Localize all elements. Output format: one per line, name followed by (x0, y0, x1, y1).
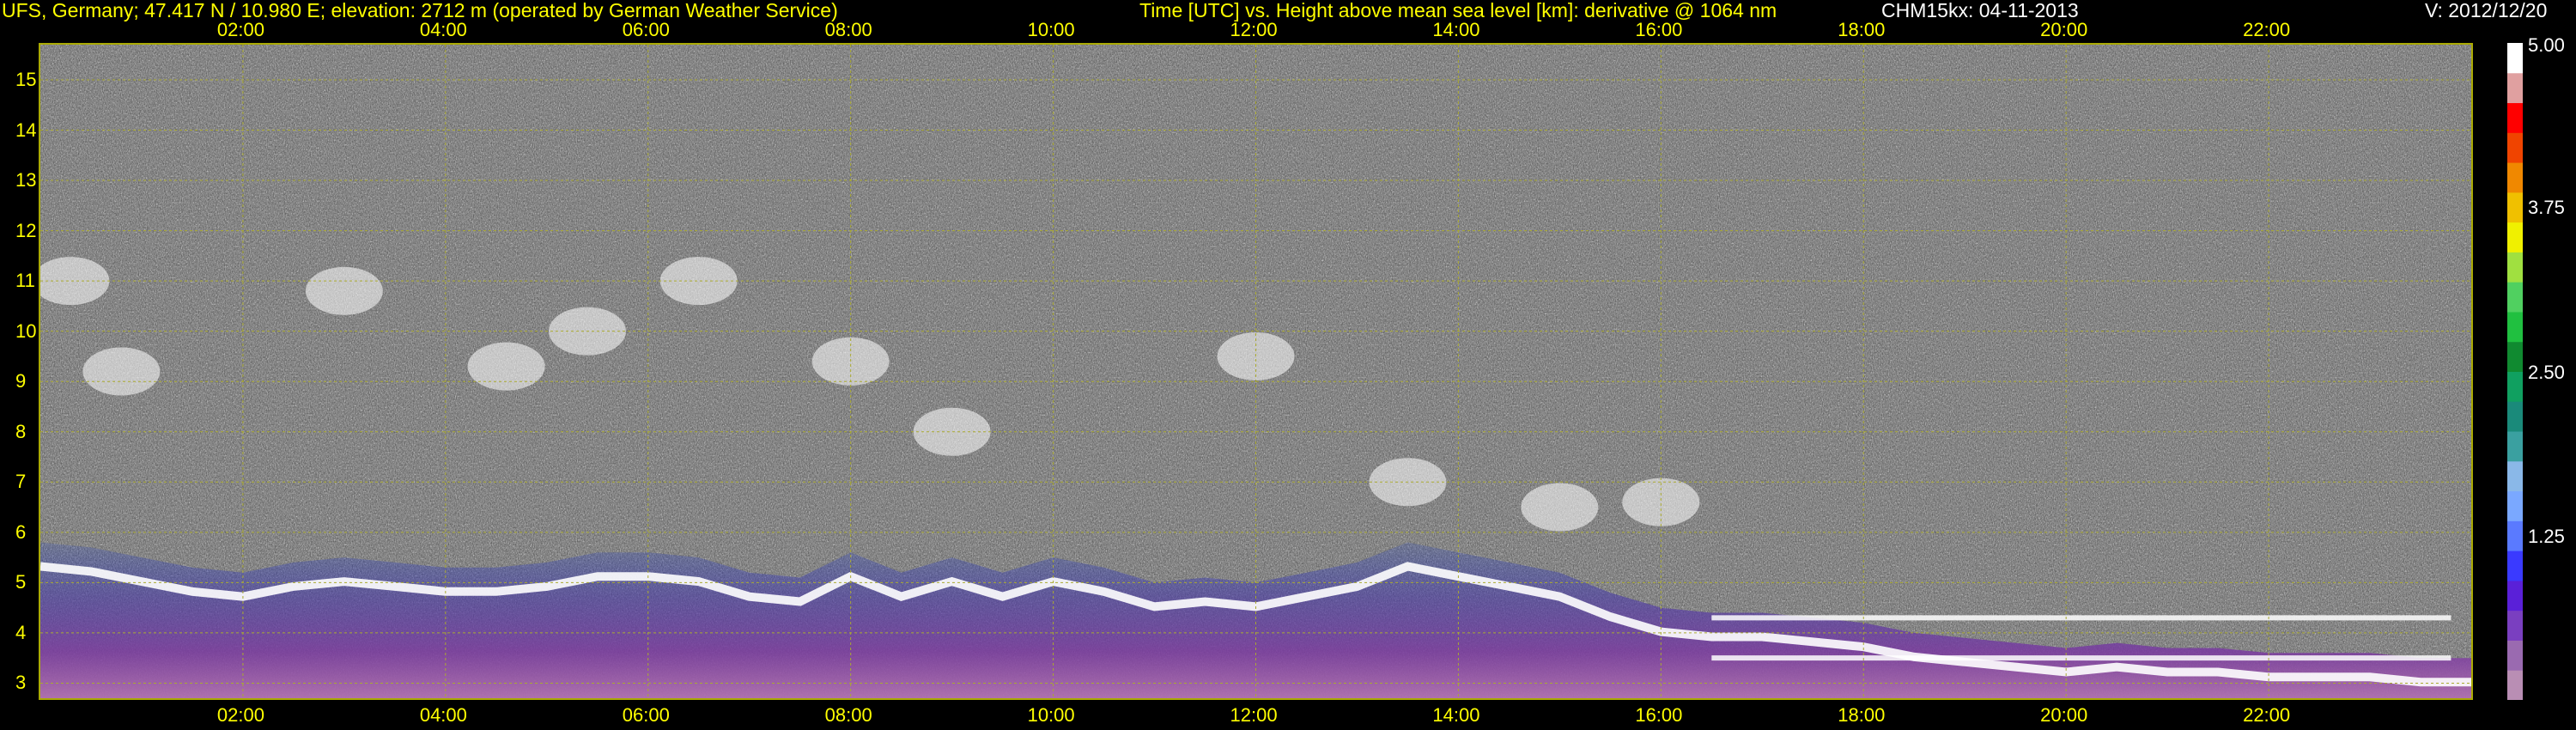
colorbar-segment (2507, 401, 2523, 432)
x-tick-label-top: 14:00 (1432, 19, 1480, 40)
x-tick-label-bottom: 14:00 (1432, 704, 1480, 726)
x-tick-label-bottom: 06:00 (622, 704, 670, 726)
cloud-feature (467, 342, 545, 391)
y-tick-label: 10 (15, 319, 37, 342)
colorbar-segment (2507, 162, 2523, 193)
x-tick-label-bottom: 12:00 (1230, 704, 1278, 726)
colorbar-tick-label: 2.50 (2528, 361, 2565, 383)
colorbar-tick-label: 5.00 (2528, 34, 2565, 56)
y-tick-label: 6 (15, 520, 27, 543)
x-tick-label-top: 02:00 (216, 19, 264, 40)
x-tick-label-top: 18:00 (1838, 19, 1886, 40)
x-tick-label-top: 20:00 (2040, 19, 2088, 40)
y-tick-label: 8 (15, 420, 27, 442)
x-tick-label-bottom: 22:00 (2243, 704, 2291, 726)
y-tick-label: 5 (15, 571, 27, 593)
y-tick-label: 11 (15, 270, 35, 292)
cloud-feature (305, 266, 383, 315)
colorbar-segment (2507, 580, 2523, 611)
colorbar-tick-label: 3.75 (2528, 197, 2565, 219)
colorbar-segment (2507, 222, 2523, 252)
x-tick-label-bottom: 08:00 (824, 704, 872, 726)
colorbar-segment (2507, 551, 2523, 581)
y-tick-label: 7 (15, 471, 27, 493)
colorbar (2507, 43, 2523, 700)
colorbar-segment (2507, 282, 2523, 313)
cloud-feature (82, 347, 161, 396)
x-tick-label-top: 12:00 (1230, 19, 1278, 40)
colorbar-segment (2507, 192, 2523, 223)
colorbar-tick-label: 1.25 (2528, 525, 2565, 547)
x-tick-label-top: 08:00 (824, 19, 872, 40)
x-tick-label-top: 22:00 (2243, 19, 2291, 40)
x-tick-label-bottom: 20:00 (2040, 704, 2088, 726)
colorbar-segment (2507, 371, 2523, 402)
x-tick-label-top: 06:00 (622, 19, 670, 40)
x-tick-label-bottom: 16:00 (1635, 704, 1683, 726)
x-tick-label-bottom: 04:00 (419, 704, 467, 726)
y-tick-label: 4 (15, 621, 27, 643)
x-tick-label-bottom: 02:00 (216, 704, 264, 726)
x-tick-label-top: 04:00 (419, 19, 467, 40)
x-tick-label-bottom: 18:00 (1838, 704, 1886, 726)
colorbar-segment (2507, 311, 2523, 343)
colorbar-segment (2507, 610, 2523, 641)
cloud-feature (1521, 483, 1599, 532)
x-tick-label-top: 10:00 (1027, 19, 1075, 40)
lidar-plot-area (39, 43, 2473, 700)
header-version: V: 2012/12/20 (2425, 0, 2548, 21)
colorbar-segment (2507, 460, 2523, 492)
backscatter-heatmap (40, 45, 2471, 698)
y-tick-label: 3 (15, 672, 27, 694)
colorbar-segment (2507, 520, 2523, 551)
x-tick-label-bottom: 10:00 (1027, 704, 1075, 726)
y-tick-label: 9 (15, 370, 27, 392)
y-tick-label: 13 (15, 169, 37, 192)
colorbar-segment (2507, 132, 2523, 163)
colorbar-segment (2507, 640, 2523, 671)
colorbar-segment (2507, 431, 2523, 462)
y-tick-label: 14 (15, 119, 37, 141)
colorbar-segment (2507, 490, 2523, 521)
x-tick-label-top: 16:00 (1635, 19, 1683, 40)
colorbar-segment (2507, 102, 2523, 133)
y-tick-label: 12 (15, 219, 37, 241)
colorbar-segment (2507, 72, 2523, 104)
y-tick-label: 15 (15, 68, 37, 90)
colorbar-segment (2507, 670, 2523, 700)
colorbar-segment (2507, 43, 2523, 74)
colorbar-segment (2507, 252, 2523, 283)
colorbar-segment (2507, 341, 2523, 372)
